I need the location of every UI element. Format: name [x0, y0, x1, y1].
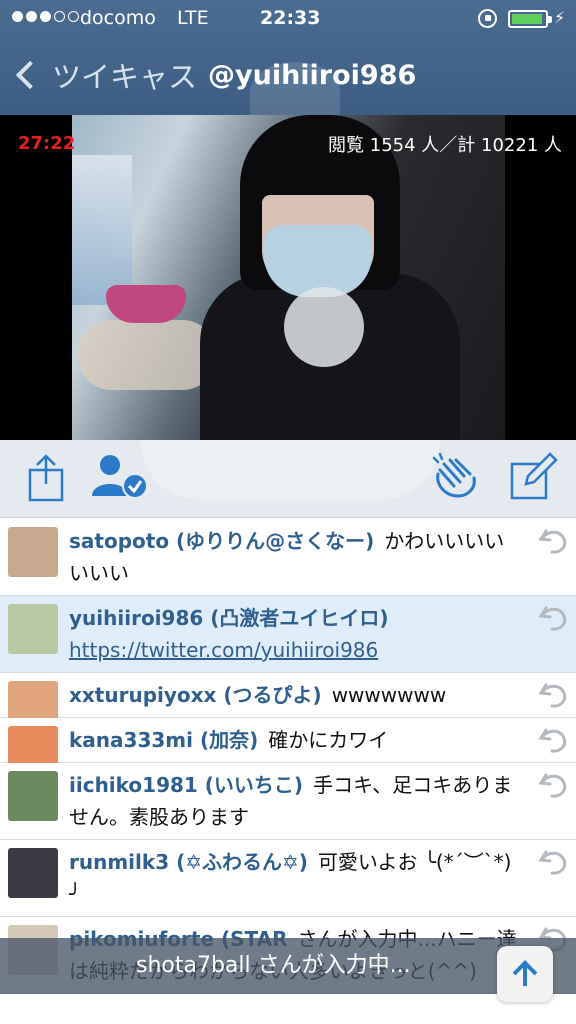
- follow-icon[interactable]: [90, 452, 148, 502]
- comment-author[interactable]: runmilk3 (✡ふわるん✡): [69, 850, 308, 874]
- network-type: LTE: [177, 7, 209, 29]
- comment-author[interactable]: kana333mi (加奈): [69, 728, 258, 752]
- share-icon[interactable]: [24, 452, 74, 502]
- typing-indicator: shota7ball さんが入力中...: [0, 938, 576, 994]
- reply-icon[interactable]: [538, 679, 570, 711]
- clap-icon[interactable]: [430, 452, 480, 502]
- comment-author[interactable]: yuihiiroi986 (凸激者ユイヒイロ): [69, 606, 389, 630]
- reply-icon[interactable]: [538, 724, 570, 756]
- comment-author[interactable]: iichiko1981 (いいちこ): [69, 773, 303, 797]
- broadcast-timer: 27:22: [18, 133, 76, 154]
- comment-link[interactable]: https://twitter.com/yuihiiroi986: [69, 638, 378, 662]
- avatar[interactable]: [8, 771, 58, 821]
- scroll-to-top-button[interactable]: [497, 946, 553, 1002]
- back-button-label: ツイキャス: [52, 60, 198, 94]
- compose-icon[interactable]: [508, 452, 558, 502]
- comment-row[interactable]: runmilk3 (✡ふわるん✡) 可愛いよお ╰(*´︶`*)╯: [0, 840, 576, 917]
- comment-row[interactable]: yuihiiroi986 (凸激者ユイヒイロ) https://twitter.…: [0, 596, 576, 673]
- video-frame: [72, 115, 505, 440]
- battery-icon: [508, 10, 552, 28]
- comment-text: wwwwwww: [331, 683, 447, 707]
- app-header: docomo LTE 22:33 ⚡ ツイキャス @yuihiiroi986: [0, 0, 576, 115]
- chevron-left-icon: [15, 60, 45, 90]
- toolbar-watermark: [140, 440, 440, 500]
- comment-row[interactable]: kana333mi (加奈) 確かにカワイ: [0, 718, 576, 776]
- viewer-count: 閲覧 1554 人／計 10221 人: [328, 135, 562, 156]
- live-video-player[interactable]: 27:22 閲覧 1554 人／計 10221 人: [0, 115, 576, 440]
- rotation-lock-icon: [478, 9, 497, 28]
- status-time: 22:33: [260, 7, 321, 29]
- reply-icon[interactable]: [538, 769, 570, 801]
- charging-icon: ⚡: [554, 8, 566, 27]
- action-toolbar: [0, 440, 576, 518]
- reply-icon[interactable]: [538, 525, 570, 557]
- avatar[interactable]: [8, 604, 58, 654]
- back-button[interactable]: ツイキャス: [10, 54, 197, 96]
- comment-author[interactable]: satopoto (ゆりりん@さくなー): [69, 529, 374, 553]
- navigation-bar: ツイキャス @yuihiiroi986: [0, 40, 576, 112]
- avatar[interactable]: [8, 527, 58, 577]
- comment-row[interactable]: satopoto (ゆりりん@さくなー) かわいいいいいいい: [0, 519, 576, 596]
- comment-row[interactable]: iichiko1981 (いいちこ) 手コキ、足コキありません。素股あります: [0, 763, 576, 840]
- reply-icon[interactable]: [538, 602, 570, 634]
- page-title: @yuihiiroi986: [208, 60, 417, 91]
- status-bar: docomo LTE 22:33 ⚡: [0, 0, 576, 38]
- comment-text: 確かにカワイ: [268, 728, 389, 752]
- signal-strength-icon: [12, 11, 79, 22]
- reply-icon[interactable]: [538, 846, 570, 878]
- comment-author[interactable]: xxturupiyoxx (つるぴよ): [69, 683, 322, 707]
- avatar[interactable]: [8, 848, 58, 898]
- arrow-up-icon: [512, 960, 538, 986]
- carrier-name: docomo: [80, 7, 156, 29]
- comment-row[interactable]: xxturupiyoxx (つるぴよ) wwwwwww: [0, 673, 576, 731]
